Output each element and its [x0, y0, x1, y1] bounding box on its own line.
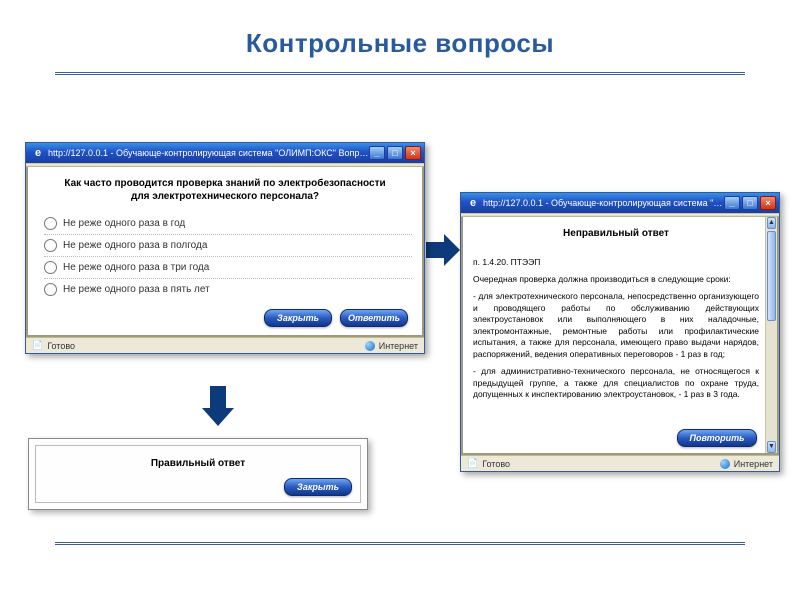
doc-icon: 📄	[32, 340, 43, 351]
globe-icon	[365, 341, 375, 351]
ie-icon: e	[32, 147, 44, 159]
ie-icon: e	[467, 197, 479, 209]
option-4-label: Не реже одного раза в пять лет	[63, 284, 210, 295]
content-area: Неправильный ответ п. 1.4.20. ПТЭЭП Очер…	[461, 217, 779, 455]
arrow-down-icon	[200, 386, 236, 428]
minimize-button[interactable]: _	[369, 146, 385, 160]
content-area: Как часто проводится проверка знаний по …	[26, 167, 424, 337]
option-2[interactable]: Не реже одного раза в полгода	[44, 235, 412, 257]
paragraph-2: - для административно-технического персо…	[473, 366, 759, 400]
divider-bottom	[55, 542, 745, 545]
intro-text: Очередная проверка должна производиться …	[473, 274, 759, 285]
panel-inner: Правильный ответ Закрыть	[35, 445, 361, 503]
question-window: e http://127.0.0.1 - Обучающе-контролиру…	[25, 142, 425, 354]
scrollbar[interactable]: ▲ ▼	[765, 217, 777, 453]
statusbar: 📄 Готово Интернет	[26, 337, 424, 353]
option-4-radio[interactable]	[44, 283, 57, 296]
close-window-button[interactable]: ×	[405, 146, 421, 160]
option-3-radio[interactable]	[44, 261, 57, 274]
status-right: Интернет	[379, 341, 418, 351]
question-text: Как часто проводится проверка знаний по …	[38, 173, 412, 213]
status-left: Готово	[482, 459, 510, 469]
scroll-up-icon[interactable]: ▲	[767, 217, 776, 229]
option-1-radio[interactable]	[44, 217, 57, 230]
close-window-button[interactable]: ×	[760, 196, 776, 210]
wrong-answer-window: e http://127.0.0.1 - Обучающе-контролиру…	[460, 192, 780, 472]
answer-button[interactable]: Ответить	[340, 309, 408, 327]
correct-answer-panel: Правильный ответ Закрыть	[28, 438, 368, 510]
options-list: Не реже одного раза в год Не реже одного…	[38, 213, 412, 300]
window-title: http://127.0.0.1 - Обучающе-контролирующ…	[48, 148, 369, 158]
status-left: Готово	[47, 341, 75, 351]
doc-icon: 📄	[467, 458, 478, 469]
divider-top	[55, 72, 745, 75]
window-title: http://127.0.0.1 - Обучающе-контролирующ…	[483, 198, 724, 208]
titlebar[interactable]: e http://127.0.0.1 - Обучающе-контролиру…	[461, 193, 779, 213]
option-2-radio[interactable]	[44, 239, 57, 252]
option-3-label: Не реже одного раза в три года	[63, 262, 209, 273]
slide-title: Контрольные вопросы	[0, 0, 800, 59]
minimize-button[interactable]: _	[724, 196, 740, 210]
paragraph-1: - для электротехнического персонала, неп…	[473, 291, 759, 360]
close-button[interactable]: Закрыть	[264, 309, 332, 327]
option-2-label: Не реже одного раза в полгода	[63, 240, 207, 251]
scroll-down-icon[interactable]: ▼	[767, 441, 776, 453]
close-button[interactable]: Закрыть	[284, 478, 352, 496]
correct-heading: Правильный ответ	[36, 446, 360, 469]
wrong-heading: Неправильный ответ	[473, 223, 759, 251]
slide-container: Контрольные вопросы e http://127.0.0.1 -…	[0, 0, 800, 600]
reference-text: п. 1.4.20. ПТЭЭП	[473, 257, 759, 268]
statusbar: 📄 Готово Интернет	[461, 455, 779, 471]
option-1-label: Не реже одного раза в год	[63, 218, 185, 229]
scroll-thumb[interactable]	[767, 231, 776, 321]
option-4[interactable]: Не реже одного раза в пять лет	[44, 279, 412, 300]
arrow-right-icon	[426, 232, 462, 268]
option-3[interactable]: Не реже одного раза в три года	[44, 257, 412, 279]
repeat-button[interactable]: Повторить	[677, 429, 757, 447]
maximize-button[interactable]: □	[742, 196, 758, 210]
option-1[interactable]: Не реже одного раза в год	[44, 213, 412, 235]
maximize-button[interactable]: □	[387, 146, 403, 160]
globe-icon	[720, 459, 730, 469]
titlebar[interactable]: e http://127.0.0.1 - Обучающе-контролиру…	[26, 143, 424, 163]
status-right: Интернет	[734, 459, 773, 469]
